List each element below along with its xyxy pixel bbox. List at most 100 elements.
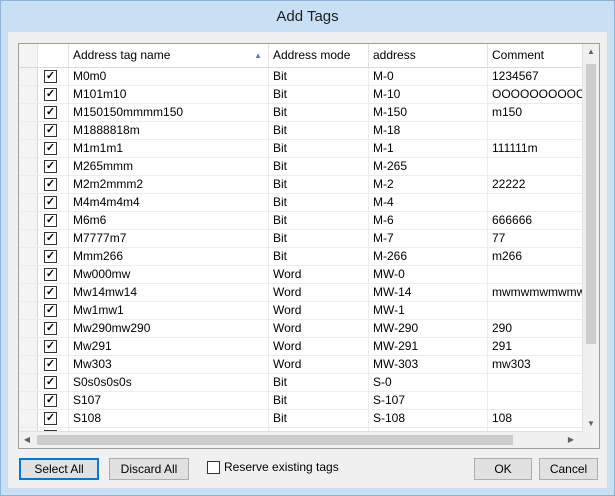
address-mode-cell[interactable]: Word (268, 302, 368, 319)
row-checkbox[interactable]: ✓ (44, 232, 57, 245)
address-mode-cell[interactable]: Bit (268, 410, 368, 427)
comment-cell[interactable] (487, 392, 583, 409)
row-header[interactable] (19, 410, 38, 427)
tag-name-cell[interactable]: Mw290mw290 (68, 320, 268, 337)
address-mode-cell[interactable]: Word (268, 356, 368, 373)
comment-cell[interactable]: 22222 (487, 176, 583, 193)
comment-cell[interactable]: 77 (487, 230, 583, 247)
scroll-down-arrow-icon[interactable]: ▼ (583, 416, 599, 432)
address-cell[interactable]: M-0 (368, 68, 487, 85)
table-row[interactable]: ✓ Mw291 Word MW-291 291 (19, 338, 583, 356)
row-checkbox[interactable]: ✓ (44, 160, 57, 173)
address-mode-cell[interactable]: Bit (268, 140, 368, 157)
tag-name-cell[interactable]: M0m0 (68, 68, 268, 85)
row-checkbox[interactable]: ✓ (44, 106, 57, 119)
row-checkbox[interactable]: ✓ (44, 358, 57, 371)
address-cell[interactable]: M-18 (368, 122, 487, 139)
row-checkbox[interactable]: ✓ (44, 376, 57, 389)
address-cell[interactable]: M-265 (368, 158, 487, 175)
table-row[interactable]: ✓ Mw000mw Word MW-0 (19, 266, 583, 284)
cancel-button[interactable]: Cancel (539, 458, 598, 480)
address-mode-cell[interactable]: Bit (268, 212, 368, 229)
address-mode-cell[interactable]: Bit (268, 158, 368, 175)
row-checkbox[interactable]: ✓ (44, 196, 57, 209)
row-checkbox[interactable]: ✓ (44, 322, 57, 335)
address-cell[interactable]: MW-303 (368, 356, 487, 373)
address-mode-cell[interactable]: Bit (268, 122, 368, 139)
row-header[interactable] (19, 374, 38, 391)
table-row[interactable]: ✓ M101m10BitM-10OOOOOOOOOOOO (19, 86, 583, 104)
comment-cell[interactable]: m150 (487, 104, 583, 121)
row-checkbox[interactable]: ✓ (44, 142, 57, 155)
address-cell[interactable]: S-108 (368, 410, 487, 427)
comment-cell[interactable] (487, 194, 583, 211)
table-row[interactable]: ✓ Mw290mw290 Word MW-290 290 (19, 320, 583, 338)
row-header[interactable] (19, 320, 38, 337)
address-mode-cell[interactable]: Word (268, 338, 368, 355)
address-cell[interactable]: MW-291 (368, 338, 487, 355)
row-header[interactable] (19, 194, 38, 211)
tag-name-cell[interactable]: Mw291 (68, 338, 268, 355)
select-all-button[interactable]: Select All (19, 458, 99, 480)
column-header-mode[interactable]: Address mode (268, 44, 368, 67)
table-row[interactable]: ✓ Mw303 Word MW-303 mw303 (19, 356, 583, 374)
table-row[interactable]: ✓ S107 Bit S-107 (19, 392, 583, 410)
address-mode-cell[interactable]: Bit (268, 374, 368, 391)
comment-cell[interactable]: 291 (487, 338, 583, 355)
tag-name-cell[interactable]: M7777m7 (68, 230, 268, 247)
table-row[interactable]: ✓ M2m2mmm2 Bit M-2 22222 (19, 176, 583, 194)
row-checkbox[interactable]: ✓ (44, 304, 57, 317)
tag-name-cell[interactable]: Mw1mw1 (68, 302, 268, 319)
row-header[interactable] (19, 176, 38, 193)
tag-name-cell[interactable]: Mw14mw14 (68, 284, 268, 301)
address-cell[interactable]: M-7 (368, 230, 487, 247)
row-checkbox[interactable]: ✓ (44, 340, 57, 353)
row-header[interactable] (19, 68, 38, 85)
tag-name-cell[interactable]: S107 (68, 392, 268, 409)
tag-name-cell[interactable]: Mw000mw (68, 266, 268, 283)
table-row[interactable]: ✓ M7777m7 Bit M-7 77 (19, 230, 583, 248)
address-cell[interactable]: M-10 (368, 86, 487, 103)
comment-cell[interactable] (487, 266, 583, 283)
table-row[interactable]: ✓ M0m0 Bit M-0 1234567 (19, 68, 583, 86)
row-header[interactable] (19, 266, 38, 283)
tag-name-cell[interactable]: M2m2mmm2 (68, 176, 268, 193)
address-cell[interactable]: S-0 (368, 374, 487, 391)
horizontal-scroll-thumb[interactable] (37, 435, 513, 445)
tag-name-cell[interactable]: M150150mmmm150 (68, 104, 268, 121)
row-checkbox[interactable]: ✓ (44, 178, 57, 191)
tag-name-cell[interactable]: M6m6 (68, 212, 268, 229)
row-checkbox[interactable]: ✓ (44, 412, 57, 425)
address-mode-cell[interactable]: Bit (268, 248, 368, 265)
table-row[interactable]: ✓ M265mmm Bit M-265 (19, 158, 583, 176)
tag-name-cell[interactable]: S108 (68, 410, 268, 427)
comment-cell[interactable]: mw303 (487, 356, 583, 373)
row-header[interactable] (19, 122, 38, 139)
row-header[interactable] (19, 158, 38, 175)
table-row[interactable]: ✓ Mw14mw14WordMW-14mwmwmwmwmwmw (19, 284, 583, 302)
row-checkbox[interactable]: ✓ (44, 88, 57, 101)
column-header-name[interactable]: Address tag name ▲ (68, 44, 268, 67)
table-row[interactable]: ✓ M1m1m1 Bit M-1 111111m (19, 140, 583, 158)
comment-cell[interactable]: 666666 (487, 212, 583, 229)
row-header[interactable] (19, 284, 38, 301)
table-row[interactable]: ✓ M150150mmmm150 Bit M-150 m150 (19, 104, 583, 122)
discard-all-button[interactable]: Discard All (109, 458, 189, 480)
horizontal-scrollbar[interactable]: ◀ ▶ (19, 431, 583, 448)
table-row[interactable]: ✓ M6m6 Bit M-6 666666 (19, 212, 583, 230)
row-checkbox[interactable]: ✓ (44, 268, 57, 281)
column-header-comment[interactable]: Comment (487, 44, 583, 67)
address-mode-cell[interactable]: Bit (268, 176, 368, 193)
address-mode-cell[interactable]: Word (268, 284, 368, 301)
table-row[interactable]: ✓ Mmm266 Bit M-266 m266 (19, 248, 583, 266)
column-header-address[interactable]: address (368, 44, 487, 67)
comment-cell[interactable]: 290 (487, 320, 583, 337)
address-cell[interactable]: M-266 (368, 248, 487, 265)
row-header[interactable] (19, 302, 38, 319)
tag-name-cell[interactable]: M1888818m (68, 122, 268, 139)
vertical-scroll-thumb[interactable] (586, 64, 596, 344)
comment-cell[interactable]: 111111m (487, 140, 583, 157)
table-row[interactable]: ✓ M1888818m Bit M-18 (19, 122, 583, 140)
comment-cell[interactable]: m266 (487, 248, 583, 265)
scroll-up-arrow-icon[interactable]: ▲ (583, 44, 599, 60)
